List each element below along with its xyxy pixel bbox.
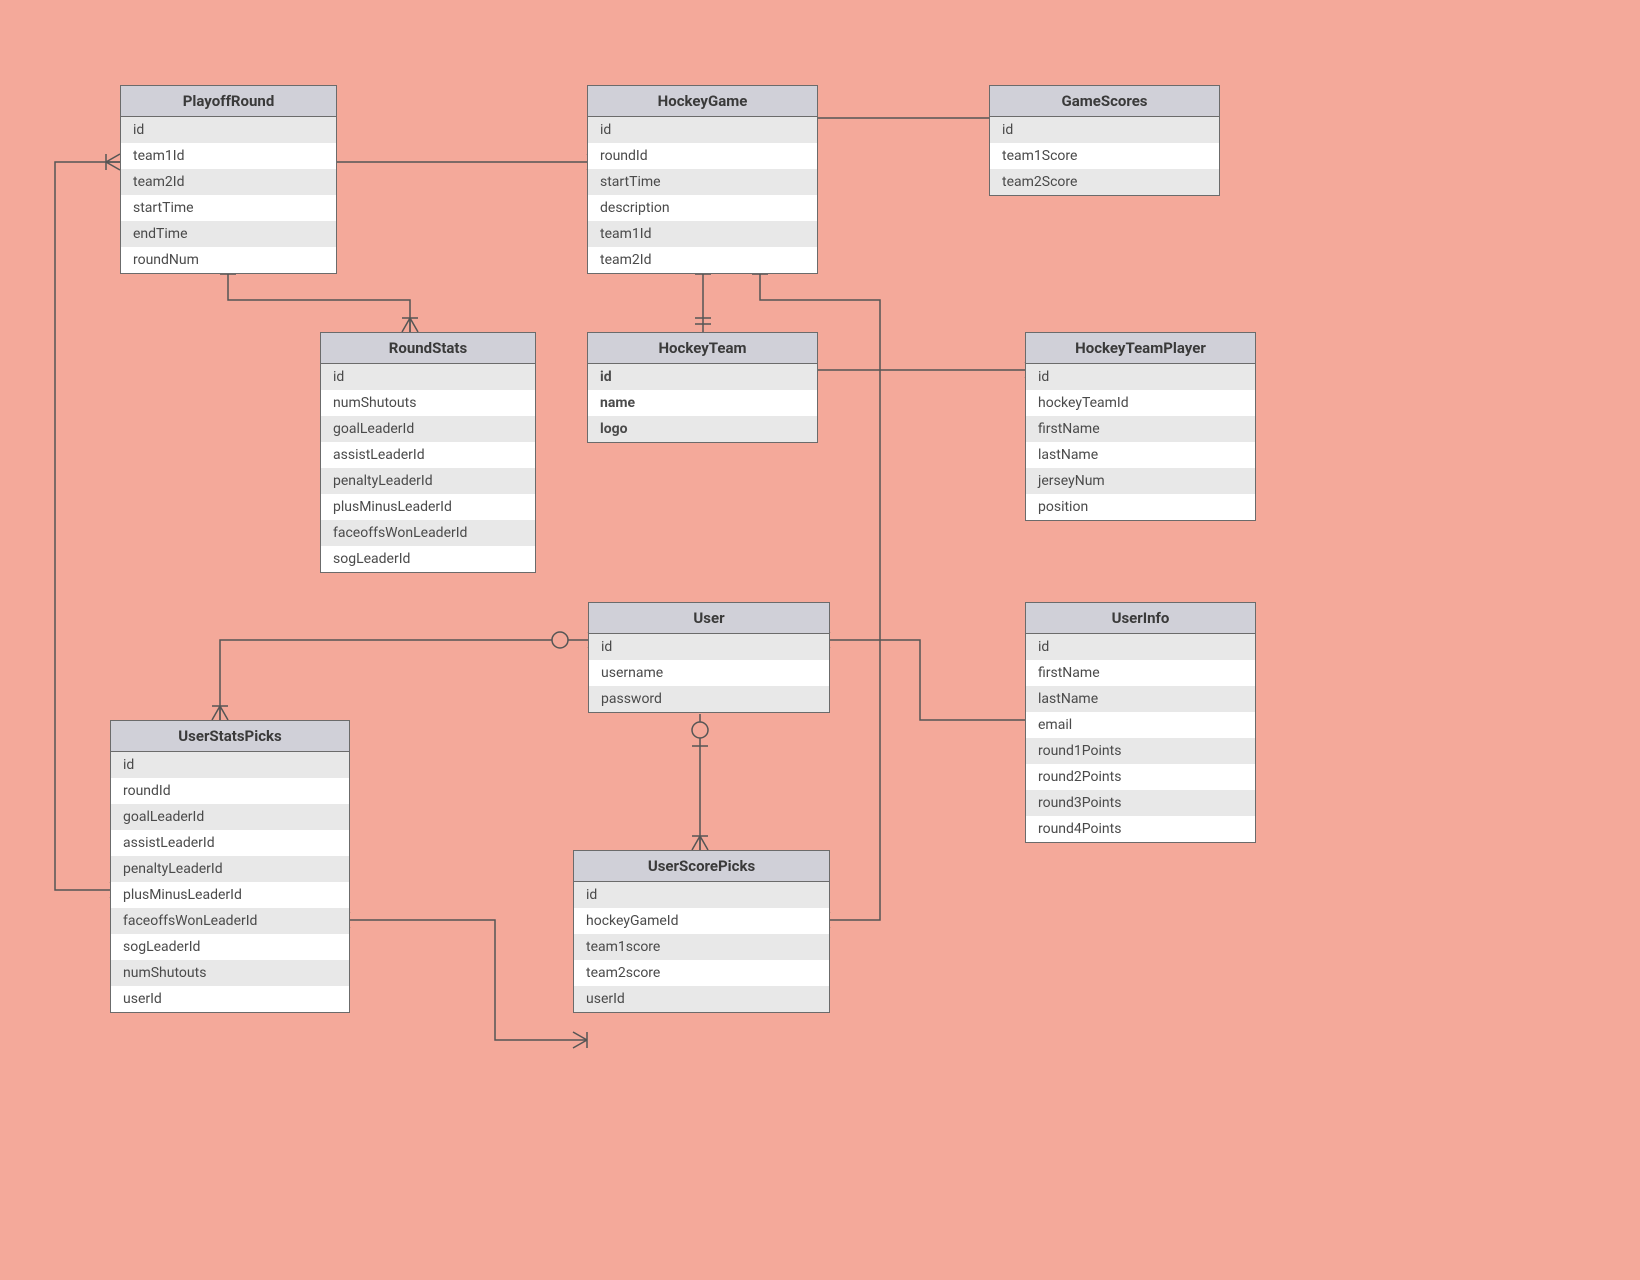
field-row: jerseyNum [1026,468,1255,494]
field-row: endTime [121,221,336,247]
entity-fields: idhockeyGameIdteam1scoreteam2scoreuserId [574,882,829,1012]
field-row: firstName [1026,660,1255,686]
field-row: assistLeaderId [321,442,535,468]
field-row: firstName [1026,416,1255,442]
field-row: lastName [1026,442,1255,468]
entity-hockey-game: HockeyGame idroundIdstartTimedescription… [587,85,818,274]
entity-fields: idroundIdstartTimedescriptionteam1Idteam… [588,117,817,273]
field-row: name [588,390,817,416]
field-row: sogLeaderId [111,934,349,960]
field-row: hockeyGameId [574,908,829,934]
field-row: id [1026,634,1255,660]
field-row: hockeyTeamId [1026,390,1255,416]
field-row: userId [111,986,349,1012]
entity-title: HockeyTeamPlayer [1026,333,1255,364]
field-row: goalLeaderId [111,804,349,830]
entity-fields: idteam1Idteam2IdstartTimeendTimeroundNum [121,117,336,273]
field-row: startTime [121,195,336,221]
field-row: numShutouts [111,960,349,986]
field-row: startTime [588,169,817,195]
field-row: penaltyLeaderId [321,468,535,494]
entity-fields: idnumShutoutsgoalLeaderIdassistLeaderIdp… [321,364,535,572]
field-row: username [589,660,829,686]
field-row: goalLeaderId [321,416,535,442]
entity-hockey-team: HockeyTeam idnamelogo [587,332,818,443]
field-row: team1Score [990,143,1219,169]
field-row: plusMinusLeaderId [111,882,349,908]
entity-user: User idusernamepassword [588,602,830,713]
field-row: round3Points [1026,790,1255,816]
field-row: faceoffsWonLeaderId [111,908,349,934]
entity-user-stats-picks: UserStatsPicks idroundIdgoalLeaderIdassi… [110,720,350,1013]
field-row: id [589,634,829,660]
field-row: team2score [574,960,829,986]
field-row: roundNum [121,247,336,273]
field-row: team2Score [990,169,1219,195]
entity-user-score-picks: UserScorePicks idhockeyGameIdteam1scoret… [573,850,830,1013]
field-row: id [588,117,817,143]
field-row: assistLeaderId [111,830,349,856]
field-row: position [1026,494,1255,520]
field-row: team2Id [121,169,336,195]
field-row: team1Id [588,221,817,247]
field-row: id [121,117,336,143]
entity-title: GameScores [990,86,1219,117]
entity-playoff-round: PlayoffRound idteam1Idteam2IdstartTimeen… [120,85,337,274]
field-row: team1score [574,934,829,960]
field-row: plusMinusLeaderId [321,494,535,520]
field-row: lastName [1026,686,1255,712]
entity-title: UserInfo [1026,603,1255,634]
field-row: numShutouts [321,390,535,416]
field-row: id [588,364,817,390]
field-row: team1Id [121,143,336,169]
field-row: email [1026,712,1255,738]
field-row: password [589,686,829,712]
field-row: round4Points [1026,816,1255,842]
entity-title: User [589,603,829,634]
entity-fields: idteam1Scoreteam2Score [990,117,1219,195]
entity-title: UserStatsPicks [111,721,349,752]
field-row: id [1026,364,1255,390]
field-row: sogLeaderId [321,546,535,572]
field-row: id [990,117,1219,143]
field-row: userId [574,986,829,1012]
field-row: description [588,195,817,221]
field-row: id [321,364,535,390]
entity-fields: idusernamepassword [589,634,829,712]
entity-fields: idhockeyTeamIdfirstNamelastNamejerseyNum… [1026,364,1255,520]
entity-title: RoundStats [321,333,535,364]
field-row: faceoffsWonLeaderId [321,520,535,546]
entity-title: HockeyTeam [588,333,817,364]
entity-title: UserScorePicks [574,851,829,882]
field-row: id [574,882,829,908]
field-row: roundId [111,778,349,804]
field-row: logo [588,416,817,442]
field-row: penaltyLeaderId [111,856,349,882]
field-row: id [111,752,349,778]
entity-fields: idfirstNamelastNameemailround1Pointsroun… [1026,634,1255,842]
field-row: team2Id [588,247,817,273]
entity-fields: idroundIdgoalLeaderIdassistLeaderIdpenal… [111,752,349,1012]
field-row: round1Points [1026,738,1255,764]
entity-fields: idnamelogo [588,364,817,442]
entity-game-scores: GameScores idteam1Scoreteam2Score [989,85,1220,196]
field-row: round2Points [1026,764,1255,790]
entity-hockey-team-player: HockeyTeamPlayer idhockeyTeamIdfirstName… [1025,332,1256,521]
field-row: roundId [588,143,817,169]
entity-title: PlayoffRound [121,86,336,117]
entity-round-stats: RoundStats idnumShutoutsgoalLeaderIdassi… [320,332,536,573]
entity-title: HockeyGame [588,86,817,117]
entity-user-info: UserInfo idfirstNamelastNameemailround1P… [1025,602,1256,843]
